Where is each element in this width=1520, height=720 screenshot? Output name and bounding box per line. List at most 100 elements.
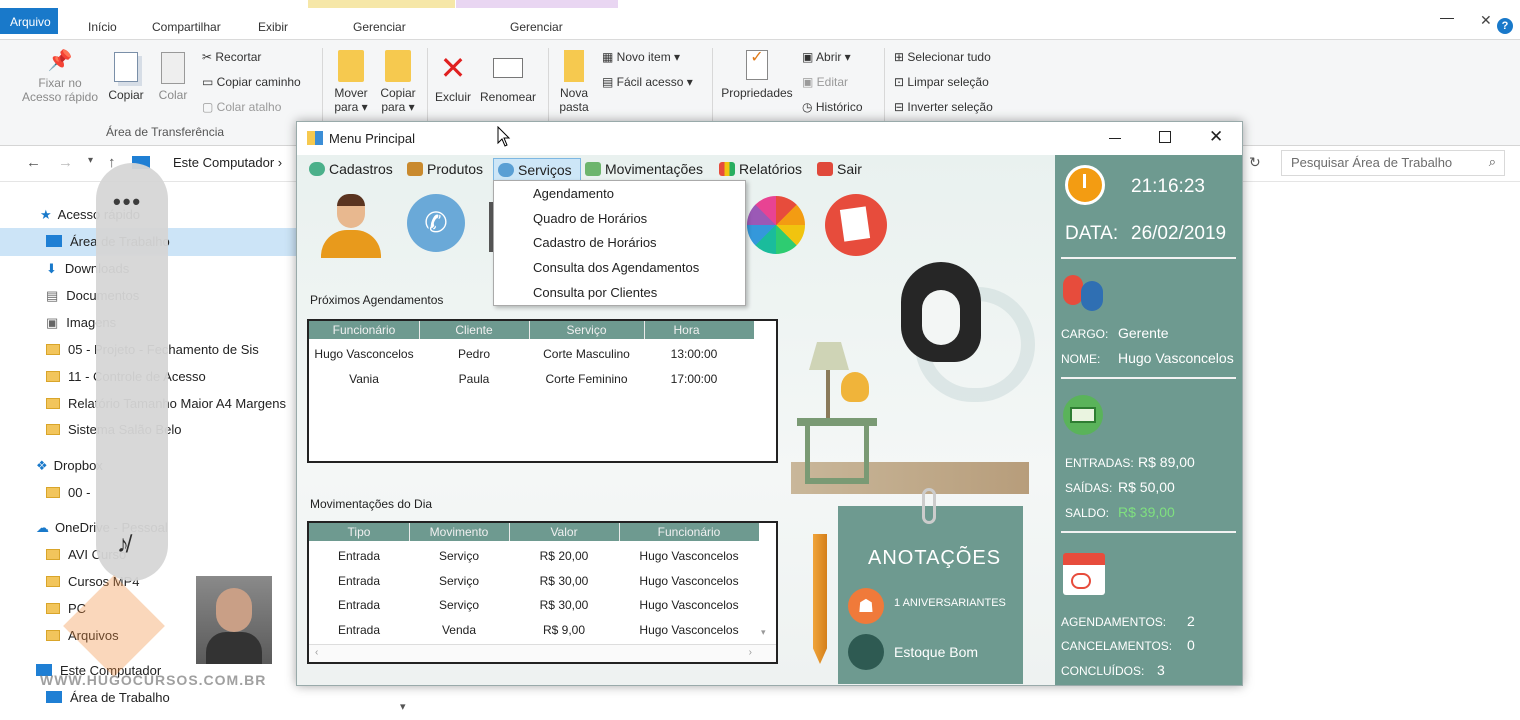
folder-icon: [46, 371, 60, 382]
new-item-button[interactable]: ▦ Novo item ▾: [602, 50, 680, 64]
color-wheel-shortcut-icon[interactable]: [747, 196, 805, 254]
minimize-icon[interactable]: [1440, 18, 1454, 19]
new-item-label: Novo item ▾: [616, 50, 681, 64]
folder-icon: [46, 630, 60, 641]
panel-divider: [1061, 531, 1236, 533]
saidas-value: R$ 50,00: [1118, 479, 1175, 495]
col-valor[interactable]: Valor: [509, 525, 619, 539]
nome-label: NOME:: [1061, 352, 1101, 366]
scroll-down-icon[interactable]: ▾: [400, 700, 406, 713]
col-funcionario[interactable]: Funcionário: [309, 323, 419, 337]
cell: Entrada: [337, 574, 381, 588]
bar-chart-icon: [719, 162, 735, 176]
menu-principal-window: Menu Principal ✕ Cadastros Produtos Serv…: [296, 121, 1243, 686]
move-to-button[interactable]: Mover para ▾: [328, 50, 374, 114]
nav-desktop[interactable]: Área de Trabalho: [46, 690, 170, 705]
scroll-left-icon[interactable]: ‹: [315, 647, 318, 658]
scroll-down-icon[interactable]: ▾: [761, 627, 766, 638]
paste-button[interactable]: Colar: [154, 52, 192, 102]
cell: Corte Masculino: [543, 347, 630, 361]
nav-dropbox[interactable]: ❖ Dropbox: [36, 458, 103, 474]
birthdays-link[interactable]: 1 ANIVERSARIANTES: [894, 597, 1006, 609]
cargo-value: Gerente: [1118, 325, 1169, 341]
new-folder-button[interactable]: Nova pasta: [556, 50, 592, 114]
copy-button[interactable]: Copiar: [104, 52, 148, 102]
menu-relatorios[interactable]: Relatórios: [719, 161, 802, 177]
folder-icon: [46, 424, 60, 435]
menu-sair[interactable]: Sair: [817, 161, 862, 177]
pin-button[interactable]: 📌 Fixar no Acesso rápido: [18, 51, 102, 104]
tab-gerenciar-aplicativo[interactable]: Gerenciar: [510, 20, 563, 34]
help-icon[interactable]: ?: [1497, 18, 1513, 34]
history-button[interactable]: ◷ Histórico: [802, 100, 863, 114]
search-input[interactable]: Pesquisar Área de Trabalho ⌕: [1281, 150, 1505, 176]
report-shortcut-icon[interactable]: [825, 194, 887, 256]
upcoming-grid[interactable]: Funcionário Cliente Serviço Hora Hugo Va…: [307, 319, 778, 463]
cut-button[interactable]: ✂ Recortar: [202, 50, 261, 64]
col-tipo[interactable]: Tipo: [309, 525, 409, 539]
client-shortcut[interactable]: [321, 194, 381, 258]
address-path[interactable]: Este Computador ›: [173, 155, 282, 170]
refresh-icon[interactable]: ↻: [1249, 154, 1269, 172]
scroll-right-icon[interactable]: ›: [749, 647, 752, 658]
col-funcionario[interactable]: Funcionário: [619, 525, 759, 539]
menu-servicos[interactable]: Serviços: [493, 158, 581, 182]
tab-compartilhar[interactable]: Compartilhar: [152, 20, 221, 34]
invert-selection-button[interactable]: ⊟ Inverter seleção: [894, 100, 993, 114]
upcoming-grid-header: Funcionário Cliente Serviço Hora: [309, 321, 754, 339]
select-all-label: Selecionar tudo: [907, 50, 991, 64]
back-arrow-icon[interactable]: ←: [26, 154, 41, 171]
copy-to-button[interactable]: Copiar para ▾: [376, 50, 420, 114]
close-icon[interactable]: ✕: [1480, 12, 1492, 29]
menu-item-consulta-clientes[interactable]: Consulta por Clientes: [533, 285, 657, 300]
menu-movimentacoes[interactable]: Movimentações: [585, 161, 703, 177]
forward-arrow-icon[interactable]: →: [58, 154, 73, 171]
paste-shortcut-button[interactable]: ▢ Colar atalho: [202, 100, 281, 114]
more-options-icon[interactable]: •••: [113, 189, 142, 215]
app-maximize-icon[interactable]: [1159, 131, 1171, 143]
face-avatar: [216, 588, 252, 632]
recent-chevron-icon[interactable]: ▾: [88, 155, 93, 166]
mute-icon[interactable]: ♪̸: [117, 531, 129, 559]
tab-arquivo[interactable]: Arquivo: [0, 8, 58, 34]
col-movimento[interactable]: Movimento: [409, 525, 509, 539]
menu-item-cadastro-horarios[interactable]: Cadastro de Horários: [533, 235, 657, 250]
tab-gerenciar-atalho[interactable]: Gerenciar: [353, 20, 406, 34]
cursor-arrow-icon: [497, 126, 511, 147]
calendar-clock-icon: [1071, 573, 1091, 589]
easy-access-button[interactable]: ▤ Fácil acesso ▾: [602, 75, 693, 89]
nav-folder[interactable]: 00 -: [46, 485, 90, 500]
select-all-button[interactable]: ⊞ Selecionar tudo: [894, 50, 991, 64]
movements-grid[interactable]: Tipo Movimento Valor Funcionário Entrada…: [307, 521, 778, 664]
properties-button[interactable]: ✓ Propriedades: [718, 50, 796, 101]
open-button[interactable]: ▣ Abrir ▾: [802, 50, 851, 64]
app-close-icon[interactable]: ✕: [1209, 127, 1223, 147]
copy-path-button[interactable]: ▭ Copiar caminho: [202, 75, 301, 89]
box-icon: [407, 162, 423, 176]
stock-status[interactable]: Estoque Bom: [894, 644, 978, 660]
folder-icon: [46, 487, 60, 498]
col-cliente[interactable]: Cliente: [419, 323, 529, 337]
menu-cadastros[interactable]: Cadastros: [309, 161, 393, 177]
paste-label: Colar: [158, 88, 188, 102]
delete-button[interactable]: ✕ Excluir: [432, 50, 474, 104]
horizontal-scrollbar[interactable]: ‹ ›: [309, 644, 776, 662]
phone-shortcut-icon[interactable]: ✆: [407, 194, 465, 252]
floating-control-pill[interactable]: ••• ♪̸: [96, 163, 168, 581]
select-none-button[interactable]: ⊡ Limpar seleção: [894, 75, 989, 89]
tab-inicio[interactable]: Início: [88, 20, 117, 34]
app-minimize-icon[interactable]: [1109, 138, 1121, 139]
edit-button[interactable]: ▣ Editar: [802, 75, 848, 89]
menu-produtos[interactable]: Produtos: [407, 161, 483, 177]
rename-button[interactable]: Renomear: [478, 50, 538, 104]
notes-panel: ANOTAÇÕES ☗ 1 ANIVERSARIANTES Estoque Bo…: [838, 488, 1023, 684]
tab-exibir[interactable]: Exibir: [258, 20, 288, 34]
menu-item-consulta-agendamentos[interactable]: Consulta dos Agendamentos: [533, 260, 699, 275]
col-hora[interactable]: Hora: [644, 323, 729, 337]
move-to-label: Mover para ▾: [334, 86, 368, 114]
col-servico[interactable]: Serviço: [529, 323, 644, 337]
cell: Entrada: [337, 549, 381, 563]
menu-item-quadro-horarios[interactable]: Quadro de Horários: [533, 211, 647, 226]
menu-item-agendamento[interactable]: Agendamento: [533, 186, 614, 201]
context-header-aplicativo: [456, 0, 618, 8]
